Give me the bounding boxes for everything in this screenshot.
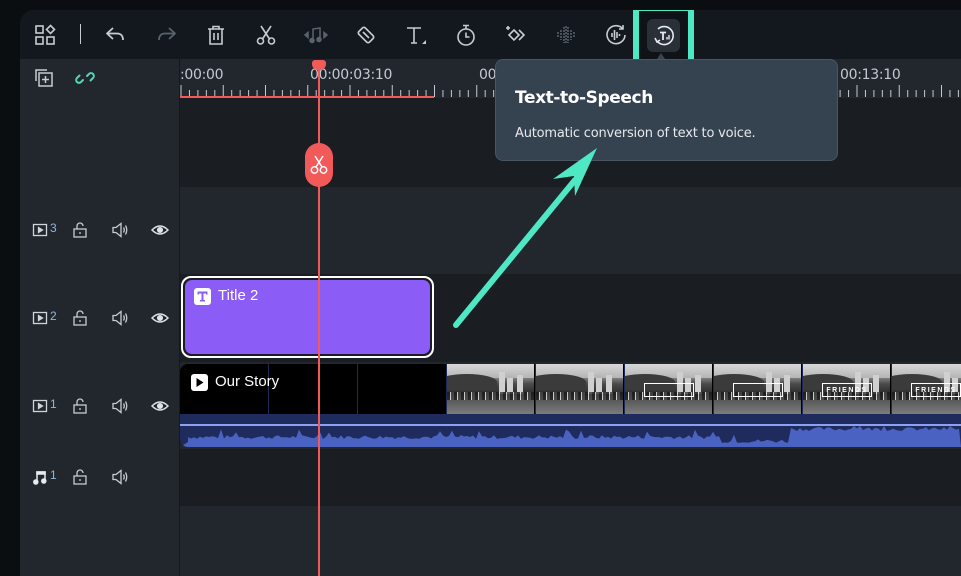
tts-highlight-box — [633, 10, 694, 65]
track-lane-video-3 — [180, 187, 961, 274]
track-lane-empty — [180, 506, 961, 576]
text-to-speech-icon — [653, 25, 674, 45]
track-number: 1 — [50, 468, 57, 482]
video-thumbnail — [624, 364, 712, 414]
delete-button[interactable] — [201, 20, 231, 50]
video-clip-audio — [180, 414, 961, 447]
frame-divider — [357, 364, 358, 414]
thumbnail-text-box — [733, 383, 783, 397]
video-thumbnail — [713, 364, 801, 414]
playhead-split-button[interactable] — [305, 143, 333, 187]
layout-button[interactable] — [30, 20, 60, 50]
title-clip[interactable]: Title 2 — [181, 276, 434, 358]
track-number: 1 — [50, 397, 57, 411]
timer-icon — [457, 24, 475, 46]
audio-sync-icon — [606, 24, 626, 45]
waveform-shape — [180, 426, 961, 447]
crop-button[interactable] — [351, 20, 381, 50]
unlock-icon[interactable] — [72, 309, 88, 327]
music-note-icon — [33, 471, 47, 485]
keyframe-button[interactable] — [501, 20, 531, 50]
playhead-handle[interactable] — [312, 60, 326, 70]
waveform-icon — [557, 26, 575, 44]
audio-sync-button[interactable] — [601, 20, 631, 50]
timeline-tracks[interactable]: Title 2 FRIENDS FRIENDS Our Story — [180, 98, 961, 576]
ruler-label: 00 — [479, 67, 497, 83]
toolbar-divider — [80, 24, 81, 44]
volume-icon[interactable] — [111, 397, 129, 415]
unlock-icon[interactable] — [72, 397, 88, 415]
track-number: 2 — [50, 309, 57, 323]
split-button[interactable] — [251, 20, 281, 50]
text-button[interactable] — [401, 20, 431, 50]
crop-icon — [357, 26, 375, 44]
track-header-video-2: 2 — [20, 306, 179, 330]
ruler-label: 00:13:10 — [840, 67, 901, 83]
volume-icon[interactable] — [111, 468, 129, 486]
video-track-icon — [32, 311, 48, 325]
unlock-icon[interactable] — [72, 468, 88, 486]
redo-icon — [158, 27, 176, 41]
trash-icon — [208, 25, 224, 45]
track-header-audio-1: 1 — [20, 465, 179, 489]
thumbnail-text-box — [644, 383, 694, 397]
video-thumbnail: FRIENDS — [802, 364, 890, 414]
tooltip-title: Text-to-Speech — [515, 88, 653, 108]
video-clip-label: Our Story — [215, 373, 280, 390]
undo-icon — [106, 27, 124, 41]
timeline-header-controls — [20, 59, 179, 98]
video-clip-thumbnails: FRIENDS FRIENDS Our Story — [180, 364, 961, 414]
video-clip-icon — [191, 374, 208, 391]
track-header-video-1: 1 — [20, 394, 179, 418]
undo-button[interactable] — [101, 20, 131, 50]
eye-icon[interactable] — [151, 222, 169, 238]
ruler-label: :00:00 — [180, 67, 224, 83]
audio-stretch-icon — [304, 27, 328, 44]
add-track-button[interactable] — [33, 67, 55, 89]
text-to-speech-tooltip: Text-to-Speech Automatic conversion of t… — [495, 59, 838, 161]
audio-waveform — [180, 426, 961, 447]
video-track-icon — [32, 399, 48, 413]
video-thumbnail — [535, 364, 623, 414]
title-clip-label: Title 2 — [218, 287, 259, 304]
tooltip-description: Automatic conversion of text to voice. — [515, 126, 756, 141]
layout-grid-icon — [35, 24, 56, 45]
audio-stretch-button[interactable] — [301, 20, 331, 50]
keyframe-icon — [506, 26, 526, 42]
volume-icon[interactable] — [111, 221, 129, 239]
track-number: 3 — [50, 221, 57, 235]
eye-icon[interactable] — [151, 398, 169, 414]
link-icon — [75, 72, 95, 84]
video-thumbnail: FRIENDS — [891, 364, 961, 414]
track-headers-panel: 3 2 1 1 — [20, 98, 179, 576]
text-icon — [407, 27, 426, 44]
thumbnail-text-box: FRIENDS — [822, 383, 872, 397]
title-clip-body: Title 2 — [185, 280, 430, 354]
track-header-video-3: 3 — [20, 218, 179, 242]
silence-detection-button[interactable] — [551, 20, 581, 50]
thumbnail-text-box: FRIENDS — [911, 383, 961, 397]
scissors-icon — [256, 25, 276, 45]
video-track-icon — [32, 223, 48, 237]
editor-window: :00:00 00:00:03:10 00 00:13:10 3 2 1 1 T… — [20, 10, 961, 576]
timeline-toolbar — [20, 10, 961, 65]
video-thumbnail — [446, 364, 534, 414]
add-track-icon — [35, 69, 53, 87]
speed-button[interactable] — [451, 20, 481, 50]
text-to-speech-button[interactable] — [647, 19, 680, 52]
link-button[interactable] — [74, 67, 96, 89]
unlock-icon[interactable] — [72, 221, 88, 239]
eye-icon[interactable] — [151, 310, 169, 326]
track-lane-audio-1 — [180, 449, 961, 506]
video-clip[interactable]: FRIENDS FRIENDS Our Story — [180, 364, 961, 447]
volume-icon[interactable] — [111, 309, 129, 327]
scissors-icon — [310, 155, 328, 174]
text-clip-icon — [194, 288, 211, 305]
redo-button[interactable] — [151, 20, 181, 50]
